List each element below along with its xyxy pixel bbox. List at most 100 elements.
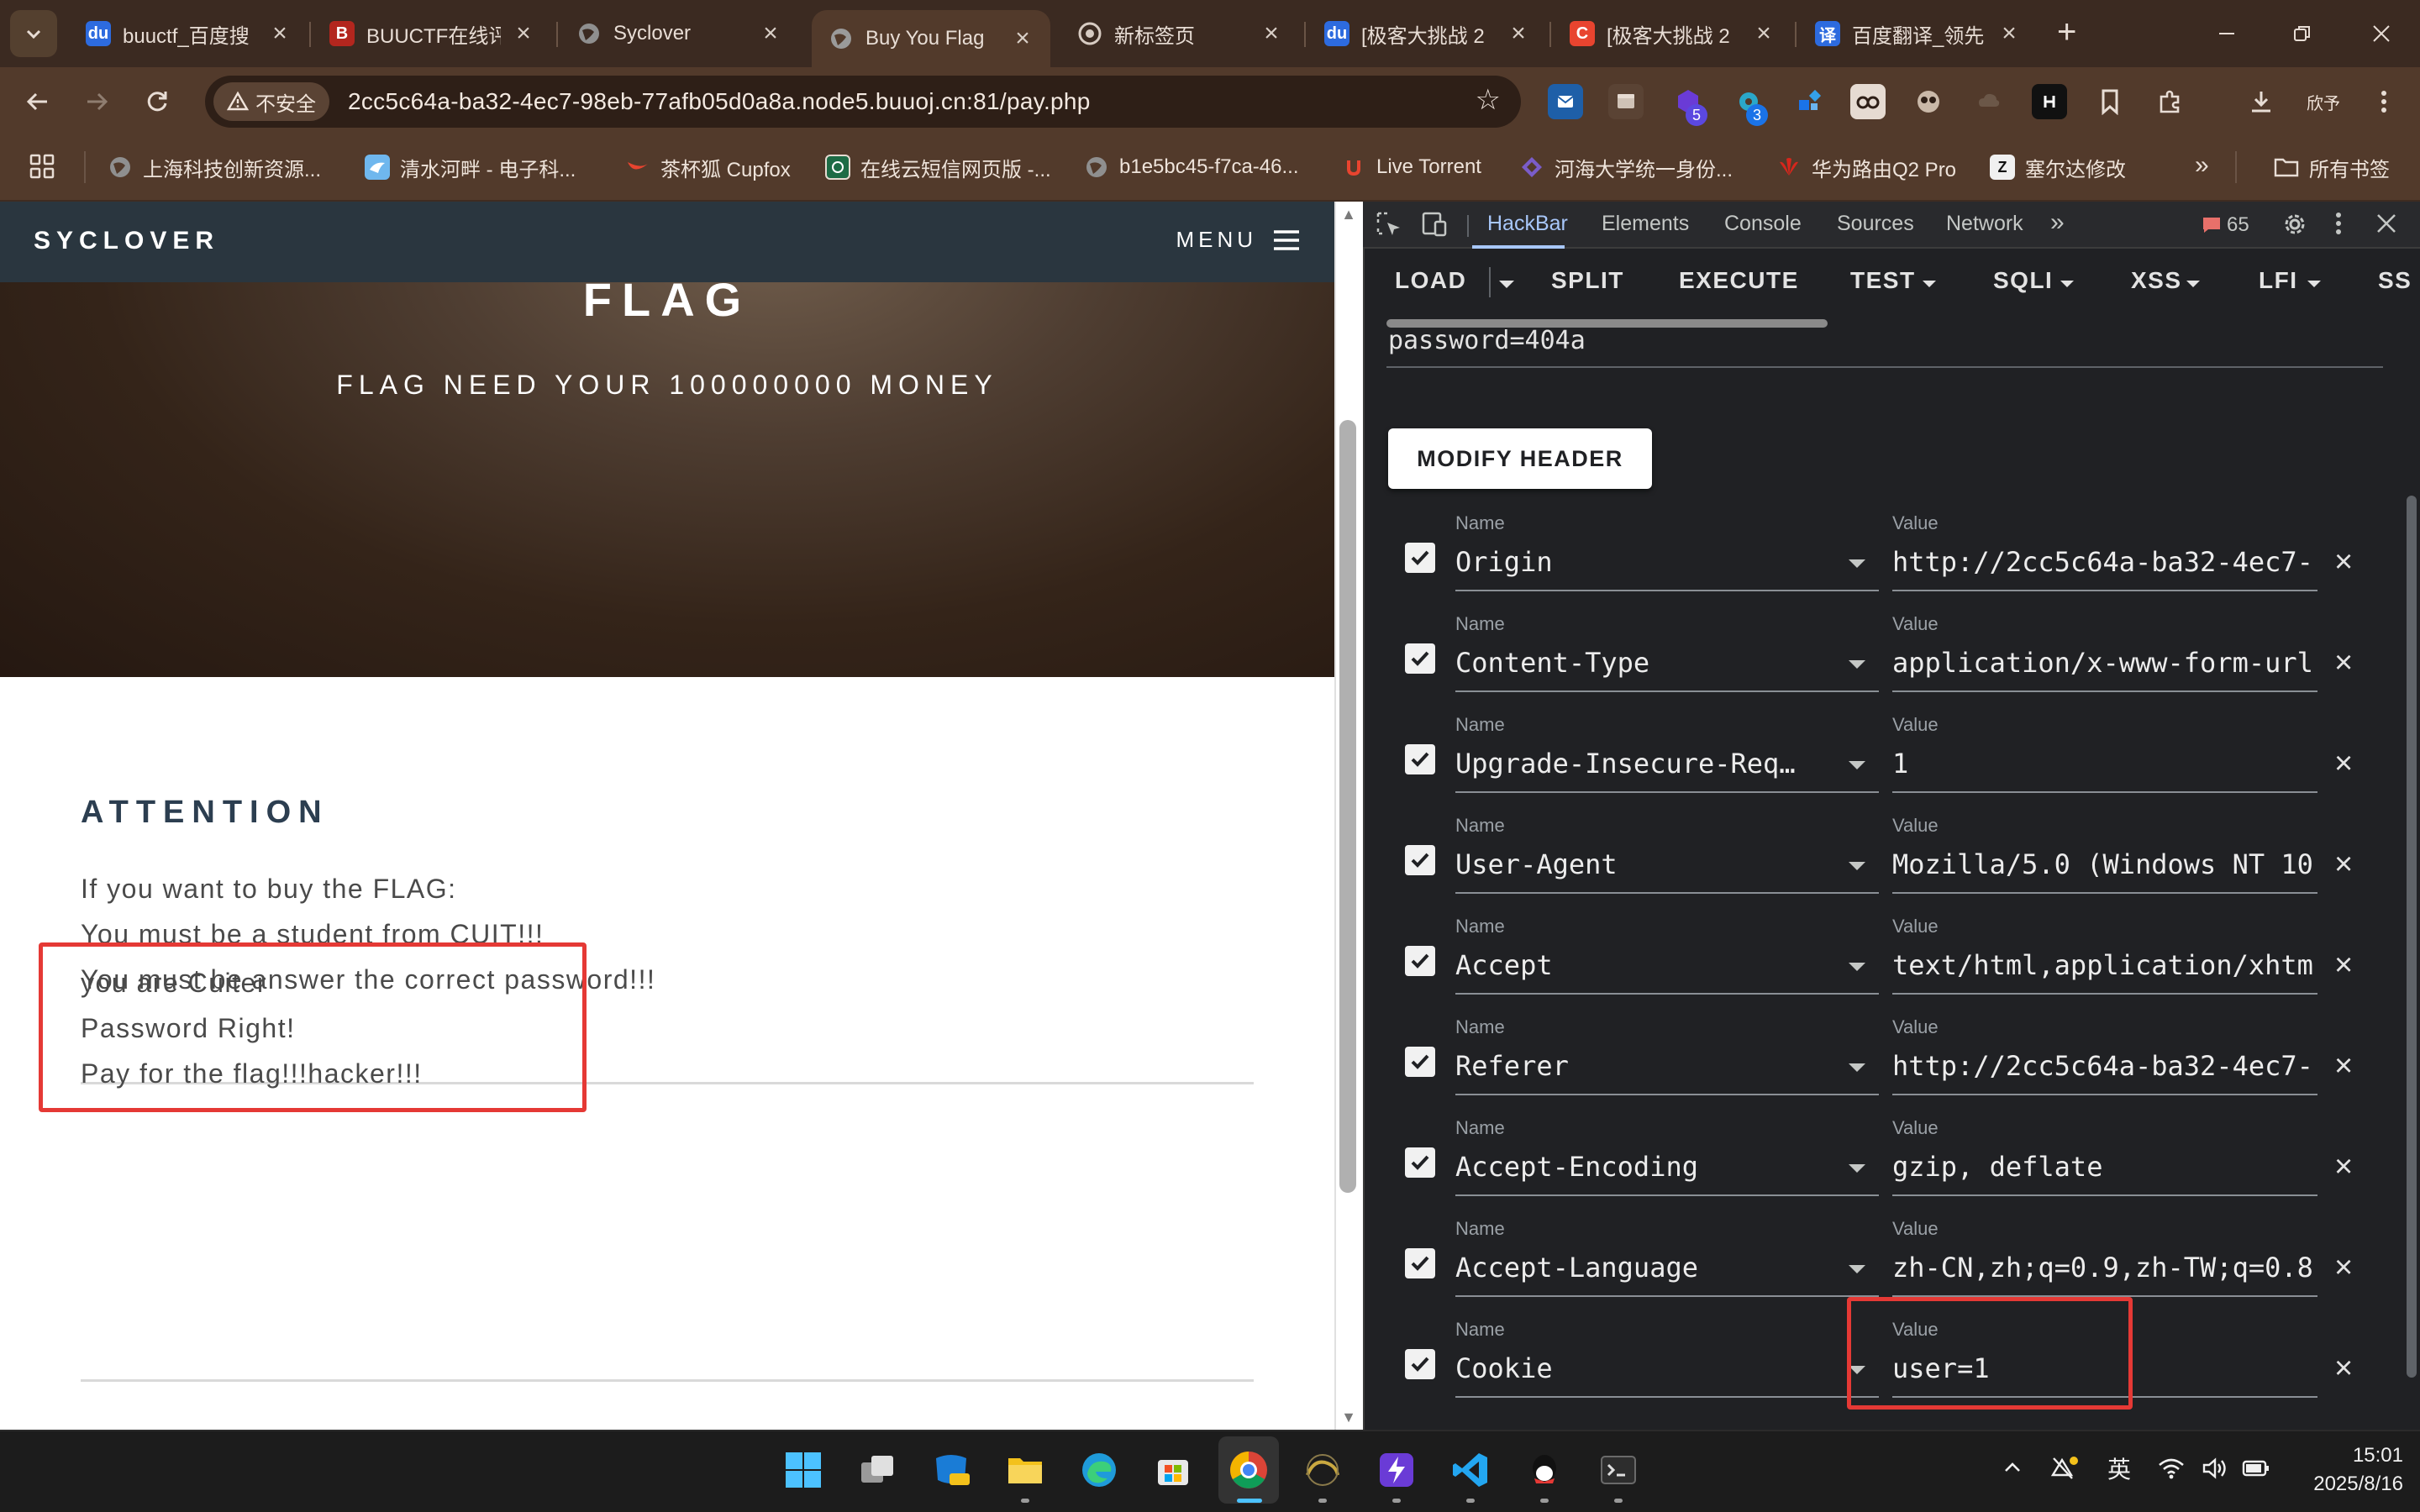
store-icon[interactable] — [1150, 1446, 1197, 1494]
remove-header-icon[interactable]: × — [2334, 1252, 2353, 1284]
chevron-down-icon[interactable] — [1849, 862, 1865, 870]
task-view-icon[interactable] — [854, 1446, 901, 1494]
tab-5[interactable]: du [极客大挑战 2 × — [1307, 10, 1546, 57]
tab-1[interactable]: B BUUCTF在线评 × — [313, 10, 551, 57]
tab-console[interactable]: Console — [1724, 212, 1802, 236]
bookmark-item[interactable]: Z 塞尔达修改 — [1990, 150, 2126, 185]
header-name-select[interactable]: Content-Type — [1455, 647, 1832, 679]
tab-7[interactable]: 译 百度翻译_领先 × — [1798, 10, 2037, 57]
header-enable-checkbox[interactable] — [1405, 643, 1435, 674]
remove-header-icon[interactable]: × — [2334, 748, 2353, 780]
tab-search-button[interactable] — [10, 10, 57, 57]
bookmark-item[interactable]: 河海大学统一身份... — [1519, 150, 1733, 185]
xss-menu-button[interactable]: XSS — [2131, 267, 2182, 294]
bookmark-item[interactable]: 清水河畔 - 电子科... — [365, 150, 576, 185]
tab-network[interactable]: Network — [1946, 212, 2023, 236]
ime-indicator[interactable]: 英 — [2107, 1452, 2131, 1485]
security-indicator[interactable]: 不安全 — [213, 82, 329, 121]
volume-icon[interactable] — [2202, 1457, 2228, 1480]
remove-header-icon[interactable]: × — [2334, 1151, 2353, 1183]
header-enable-checkbox[interactable] — [1405, 543, 1435, 573]
extension-mail-icon[interactable] — [1548, 84, 1583, 119]
devtools-scrollbar[interactable] — [2407, 496, 2417, 1378]
extension-glasses-icon[interactable] — [1850, 84, 1886, 119]
extension-box-icon[interactable] — [1608, 84, 1644, 119]
header-value-input[interactable]: zh-CN,zh;q=0.9,zh-TW;q=0.8 — [1892, 1252, 2317, 1284]
extension-cloud-icon[interactable] — [1971, 84, 2007, 119]
header-enable-checkbox[interactable] — [1405, 1147, 1435, 1178]
header-value-input[interactable]: application/x-www-form-url — [1892, 647, 2317, 679]
header-name-select[interactable]: Origin — [1455, 546, 1832, 578]
inspect-element-icon[interactable] — [1375, 210, 1403, 239]
wifi-icon[interactable] — [2158, 1457, 2185, 1480]
new-tab-button[interactable]: + — [2057, 15, 2076, 49]
devtools-more-icon[interactable] — [2334, 210, 2343, 237]
bookmark-star-icon[interactable]: ☆ — [1476, 86, 1501, 114]
tab-4[interactable]: 新标签页 × — [1060, 10, 1299, 57]
close-icon[interactable]: × — [1998, 21, 2020, 46]
tab-hackbar[interactable]: HackBar — [1487, 212, 1568, 236]
settings-gear-icon[interactable] — [2281, 210, 2309, 239]
ssti-menu-button[interactable]: SS — [2378, 267, 2420, 294]
post-body-field[interactable]: password=404a — [1388, 326, 1586, 355]
chevron-down-icon[interactable] — [1849, 1265, 1865, 1273]
terminal-icon[interactable] — [1595, 1446, 1642, 1494]
chevron-down-icon[interactable] — [1849, 559, 1865, 568]
address-bar[interactable]: 不安全 2cc5c64a-ba32-4ec7-98eb-77afb05d0a8a… — [205, 76, 1521, 128]
header-value-input[interactable]: gzip, deflate — [1892, 1151, 2317, 1183]
sqli-menu-button[interactable]: SQLI — [1993, 267, 2053, 294]
back-button[interactable] — [13, 77, 62, 126]
wireshark-icon[interactable] — [1299, 1446, 1346, 1494]
url-text[interactable]: 2cc5c64a-ba32-4ec7-98eb-77afb05d0a8a.nod… — [348, 88, 1091, 115]
power-automate-icon[interactable] — [1373, 1446, 1420, 1494]
remove-header-icon[interactable]: × — [2334, 949, 2353, 981]
remove-header-icon[interactable]: × — [2334, 647, 2353, 679]
execute-button[interactable]: EXECUTE — [1679, 267, 1799, 294]
chevron-down-icon[interactable] — [1849, 1063, 1865, 1072]
more-menu-icon[interactable] — [2366, 84, 2402, 119]
forward-button[interactable] — [72, 77, 121, 126]
profile-avatar[interactable]: 欣予 — [2302, 82, 2344, 121]
scroll-up-arrow-icon[interactable]: ▲ — [1341, 207, 1356, 222]
bookmark-icon[interactable] — [2092, 84, 2128, 119]
extension-h-icon[interactable] — [2032, 84, 2067, 119]
test-menu-button[interactable]: TEST — [1850, 267, 1916, 294]
header-enable-checkbox[interactable] — [1405, 1349, 1435, 1379]
chrome-icon[interactable] — [1225, 1446, 1272, 1494]
close-icon[interactable]: × — [760, 21, 781, 46]
file-explorer-icon[interactable] — [1002, 1446, 1049, 1494]
close-icon[interactable]: × — [1260, 21, 1282, 46]
chevron-down-icon[interactable] — [1849, 660, 1865, 669]
tray-overflow-icon[interactable] — [2002, 1457, 2023, 1478]
tab-0[interactable]: du buuctf_百度搜 × — [69, 10, 308, 57]
modify-header-button[interactable]: MODIFY HEADER — [1388, 428, 1652, 489]
close-icon[interactable]: × — [269, 21, 291, 46]
device-toolbar-icon[interactable] — [1420, 210, 1449, 239]
chevron-down-icon[interactable] — [1849, 963, 1865, 971]
edge-icon[interactable] — [1076, 1446, 1123, 1494]
windows-start-icon[interactable] — [780, 1446, 827, 1494]
remove-header-icon[interactable]: × — [2334, 546, 2353, 578]
close-icon[interactable]: × — [1753, 21, 1775, 46]
bookmark-item[interactable]: 上海科技创新资源... — [108, 150, 321, 185]
bookmark-item[interactable]: Live Torrent — [1341, 150, 1481, 185]
bookmark-item[interactable]: 华为路由Q2 Pro — [1776, 150, 1956, 185]
header-value-input[interactable]: http://2cc5c64a-ba32-4ec7- — [1892, 546, 2317, 578]
chevron-down-icon[interactable] — [1849, 1164, 1865, 1173]
remove-header-icon[interactable]: × — [2334, 848, 2353, 880]
header-value-input[interactable]: Mozilla/5.0 (Windows NT 10 — [1892, 848, 2317, 880]
menu-button[interactable]: MENU — [1176, 227, 1301, 253]
system-clock[interactable]: 15:01 2025/8/16 — [2286, 1441, 2403, 1499]
download-icon[interactable] — [2244, 84, 2279, 119]
tab-2[interactable]: Syclover × — [560, 10, 798, 57]
header-name-select[interactable]: Cookie — [1455, 1352, 1832, 1384]
header-enable-checkbox[interactable] — [1405, 1047, 1435, 1077]
split-button[interactable]: SPLIT — [1551, 267, 1624, 294]
header-value-input[interactable]: 1 — [1892, 748, 2317, 780]
header-enable-checkbox[interactable] — [1405, 845, 1435, 875]
window-close-button[interactable] — [2339, 8, 2420, 59]
header-name-select[interactable]: Upgrade-Insecure-Req… — [1455, 748, 1832, 780]
battery-icon[interactable] — [2242, 1460, 2270, 1477]
header-name-select[interactable]: Accept-Language — [1455, 1252, 1832, 1284]
more-tabs-icon[interactable]: » — [2050, 208, 2065, 237]
